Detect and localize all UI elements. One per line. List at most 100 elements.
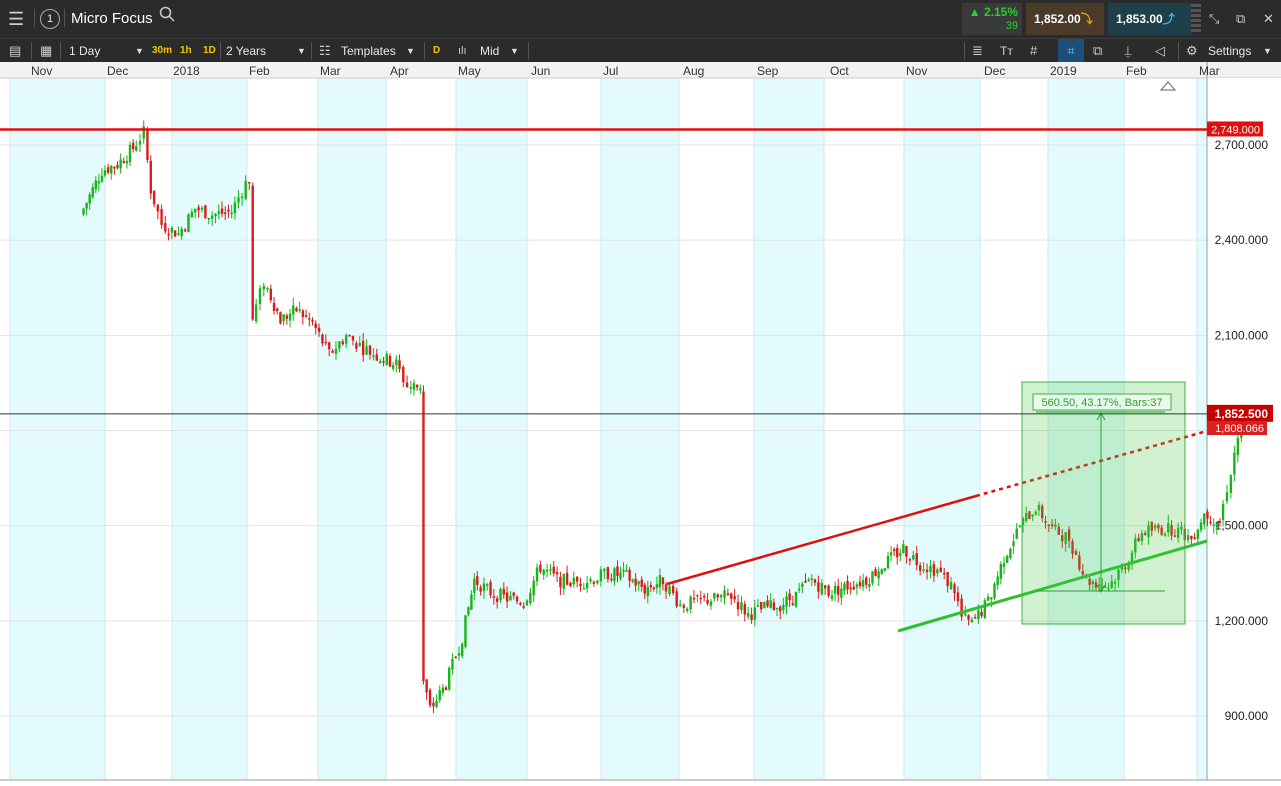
candle-body bbox=[775, 607, 779, 610]
candle-body bbox=[769, 600, 772, 609]
candle-body bbox=[549, 569, 552, 571]
indicator-icon[interactable]: ⍊ bbox=[1124, 39, 1132, 63]
quick-30m-button[interactable]: 30m bbox=[152, 39, 172, 63]
x-tick-label: Nov bbox=[906, 64, 927, 78]
crosshair-icon[interactable]: # bbox=[1030, 39, 1037, 63]
x-tick-label: Apr bbox=[390, 64, 409, 78]
candle-body bbox=[149, 160, 152, 194]
settings-button[interactable]: Settings bbox=[1208, 39, 1251, 63]
candle-body bbox=[643, 584, 646, 594]
candle-body bbox=[545, 569, 549, 572]
search-icon[interactable] bbox=[159, 6, 175, 30]
hamburger-icon[interactable]: ☰ bbox=[8, 7, 24, 31]
candle-body bbox=[365, 346, 368, 355]
sell-price-button[interactable]: 1,852.00⤵ bbox=[1026, 3, 1104, 35]
candle-body bbox=[522, 606, 525, 608]
candle-body bbox=[746, 612, 750, 617]
candle-body bbox=[986, 596, 990, 601]
candle-body bbox=[833, 585, 837, 594]
candle-body bbox=[113, 166, 116, 169]
quick-1h-button[interactable]: 1h bbox=[180, 39, 192, 63]
candle-body bbox=[664, 584, 668, 592]
windows-icon[interactable]: ⧉ bbox=[1093, 39, 1102, 63]
list-icon[interactable]: ≣ bbox=[972, 39, 983, 63]
close-icon[interactable]: ✕ bbox=[1263, 7, 1274, 31]
text-size-icon[interactable]: Tт bbox=[1000, 39, 1013, 63]
range-select[interactable]: 2 Years bbox=[226, 39, 266, 63]
x-tick-label: Mar bbox=[320, 64, 341, 78]
candle-body bbox=[529, 592, 532, 604]
interval-select[interactable]: 1 Day bbox=[69, 39, 100, 63]
price-change-box: ▲ 2.15% 39 bbox=[962, 3, 1022, 35]
panel-list-icon[interactable]: ▤ bbox=[9, 39, 21, 63]
eraser-icon[interactable]: ◁ bbox=[1155, 39, 1165, 63]
candle-body bbox=[142, 126, 145, 139]
candle-body bbox=[398, 360, 401, 369]
candle-body bbox=[861, 580, 865, 587]
candle-body bbox=[1203, 513, 1206, 525]
candle-body bbox=[435, 700, 438, 707]
quick-1d-button[interactable]: 1D bbox=[203, 39, 216, 63]
candle-body bbox=[740, 602, 743, 610]
settings-gear-icon[interactable]: ⚙ bbox=[1186, 39, 1198, 63]
buy-price-button[interactable]: 1,853.00⤴ bbox=[1108, 3, 1198, 35]
candle-body bbox=[177, 233, 180, 235]
drawing-tools-icon[interactable]: ⌗ bbox=[1058, 39, 1084, 63]
layout-icon[interactable]: ▦ bbox=[40, 39, 52, 63]
settings-dropdown-icon[interactable]: ▼ bbox=[1263, 39, 1272, 63]
popout-icon[interactable]: ⧉ bbox=[1236, 7, 1245, 31]
y-tick-label: 2,700.000 bbox=[1215, 138, 1269, 152]
candle-body bbox=[562, 573, 565, 589]
candle-body bbox=[908, 559, 912, 561]
change-percent: ▲ 2.15% bbox=[968, 5, 1018, 19]
candle-body bbox=[610, 578, 613, 581]
candle-body bbox=[355, 343, 358, 349]
candle-body bbox=[341, 341, 344, 345]
instrument-name[interactable]: Micro Focus bbox=[71, 7, 153, 31]
candle-body bbox=[1218, 521, 1222, 523]
candle-body bbox=[88, 194, 91, 204]
candle-body bbox=[388, 355, 392, 367]
candle-body bbox=[625, 570, 628, 572]
candle-body bbox=[675, 591, 678, 607]
candle-body bbox=[874, 569, 877, 577]
x-tick-label: Mar bbox=[1199, 64, 1220, 78]
minimize-icon[interactable]: ⤡ bbox=[1209, 7, 1219, 31]
price-type-dropdown-icon[interactable]: ▼ bbox=[510, 39, 519, 63]
candle-body bbox=[794, 591, 798, 607]
templates-dropdown-icon[interactable]: ▼ bbox=[406, 39, 415, 63]
candle-body bbox=[956, 592, 960, 602]
chart-canvas[interactable]: Nov Dec 2018 Feb Mar Apr May Jun Jul Aug Sep Oct Nov… bbox=[0, 62, 1281, 786]
range-dropdown-icon[interactable]: ▼ bbox=[297, 39, 306, 63]
info-circle-icon[interactable]: 1 bbox=[40, 9, 60, 29]
candle-body bbox=[918, 565, 922, 571]
candle-body bbox=[782, 604, 785, 611]
price-chart[interactable]: Nov Dec 2018 Feb Mar Apr May Jun Jul Aug Sep Oct Nov… bbox=[0, 62, 1281, 786]
y-tick-label: 2,100.000 bbox=[1215, 328, 1269, 342]
candle-body bbox=[868, 583, 871, 587]
templates-button[interactable]: Templates bbox=[341, 39, 396, 63]
candle-body bbox=[160, 209, 163, 225]
instrument-header: ☰ 1 Micro Focus ▲ 2.15% 39 1,852.00⤵ 1,8… bbox=[0, 0, 1281, 38]
candle-body bbox=[227, 209, 230, 212]
candle-body bbox=[1009, 548, 1012, 559]
interval-dropdown-icon[interactable]: ▼ bbox=[135, 39, 144, 63]
candle-body bbox=[409, 387, 413, 389]
month-band bbox=[318, 78, 386, 780]
d-button[interactable]: D bbox=[433, 39, 440, 63]
candle-body bbox=[464, 615, 467, 647]
candle-body bbox=[606, 567, 610, 580]
candle-body bbox=[736, 601, 740, 610]
chart-toolbar: ▤ ▦ 1 Day ▼ 30m 1h 1D 2 Years ▼ ☷ Templa… bbox=[0, 38, 1281, 63]
candle-body bbox=[883, 568, 887, 571]
candle-body bbox=[967, 615, 970, 620]
candle-body bbox=[311, 319, 314, 322]
candle-body bbox=[1193, 537, 1196, 539]
candle-body bbox=[713, 592, 716, 599]
candle-body bbox=[706, 599, 709, 604]
candle-body bbox=[279, 311, 282, 324]
price-type-select[interactable]: Mid bbox=[480, 39, 499, 63]
candle-body bbox=[912, 555, 915, 560]
candle-body bbox=[502, 588, 506, 595]
candle-body bbox=[412, 383, 416, 390]
